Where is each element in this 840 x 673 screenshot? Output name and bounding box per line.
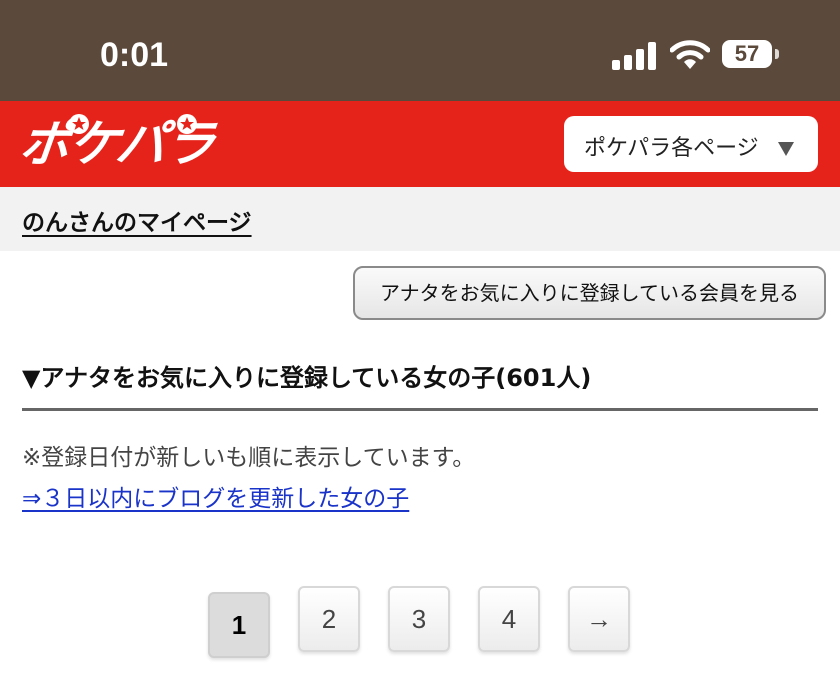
recent-blog-link[interactable]: ⇒３日以内にブログを更新した女の子 (22, 479, 409, 513)
battery-level: 57 (734, 41, 760, 66)
wifi-icon (670, 40, 710, 69)
status-time: 0:01 (100, 36, 169, 74)
battery-icon: 57 (722, 40, 780, 70)
logo-star-icon (69, 114, 89, 134)
sort-note: ※登録日付が新しいも順に表示しています。 (22, 445, 476, 471)
page-button-1[interactable]: 1 (208, 592, 270, 658)
mypage-link[interactable]: のんさんのマイページ (22, 203, 252, 237)
section-heading: ▼アナタをお気に入りに登録している女の子(601人) (22, 364, 592, 392)
page-menu-dropdown[interactable]: ポケパラ各ページ (564, 116, 818, 172)
logo-star-icon (177, 114, 197, 134)
battery-body: 57 (722, 40, 772, 68)
caret-down-icon (778, 142, 794, 156)
page-button-3[interactable]: 3 (388, 586, 450, 652)
battery-tip (775, 49, 779, 59)
page-menu-label: ポケパラ各ページ (584, 136, 759, 161)
view-members-button[interactable]: アナタをお気に入りに登録している会員を見る (353, 266, 826, 320)
page-button-2[interactable]: 2 (298, 586, 360, 652)
pagination: 1 2 3 4 → (0, 586, 840, 658)
signal-icon (612, 42, 658, 70)
next-page-button[interactable]: → (568, 586, 630, 652)
section-divider (22, 408, 818, 411)
page-button-4[interactable]: 4 (478, 586, 540, 652)
